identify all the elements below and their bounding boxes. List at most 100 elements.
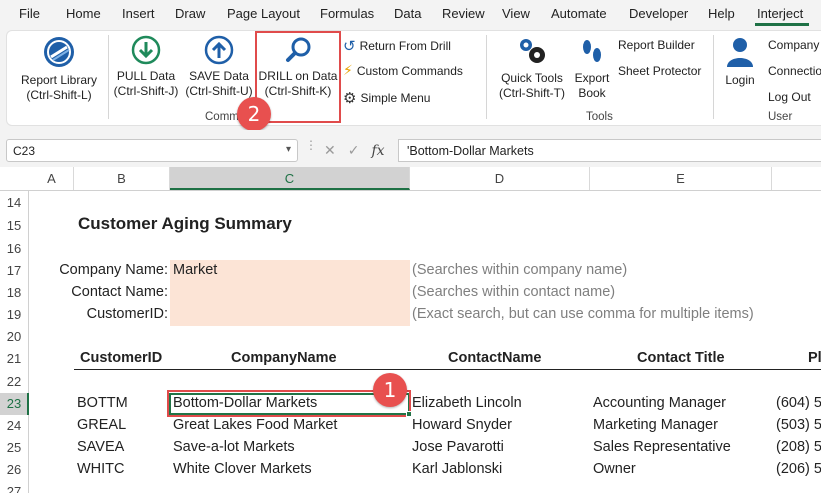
menu-bar: File Home Insert Draw Page Layout Formul… (0, 0, 821, 27)
row-header-19[interactable]: 19 (0, 304, 28, 326)
row-24-company-name[interactable]: Great Lakes Food Market (173, 417, 337, 433)
callout-1: 1 (373, 373, 407, 407)
login-button[interactable]: Login (720, 35, 760, 88)
row-headers: 14 15 16 17 18 19 20 21 22 23 24 25 26 2… (0, 191, 29, 493)
menu-developer[interactable]: Developer (629, 6, 688, 21)
report-library-button[interactable]: Report Library (Ctrl-Shift-L) (15, 35, 103, 103)
row-25-phone[interactable]: (208) 5 (776, 439, 821, 455)
row-header-15[interactable]: 15 (0, 215, 28, 237)
pull-data-button[interactable]: PULL Data (Ctrl-Shift-J) (111, 35, 181, 99)
quick-tools-button[interactable]: Quick Tools (Ctrl-Shift-T) (494, 35, 570, 101)
enter-icon[interactable]: ✓ (348, 143, 360, 159)
connection-label: Connectio (768, 64, 821, 78)
row-header-27[interactable]: 27 (0, 481, 28, 493)
row-header-25[interactable]: 25 (0, 437, 28, 459)
row-header-22[interactable]: 22 (0, 371, 28, 393)
menu-data[interactable]: Data (394, 6, 421, 21)
download-arrow-icon (131, 35, 161, 65)
custom-commands-label: Custom Commands (356, 64, 463, 78)
more-options-icon[interactable]: ⋮ (305, 139, 317, 151)
row-header-23[interactable]: 23 (0, 393, 29, 415)
column-header-d[interactable]: D (410, 167, 590, 190)
row-header-18[interactable]: 18 (0, 282, 28, 304)
row-23-phone[interactable]: (604) 5 (776, 395, 821, 411)
sheet-protector-label: Sheet Protector (618, 64, 702, 78)
fill-handle[interactable] (406, 411, 412, 417)
column-headers: A B C D E (0, 167, 821, 191)
row-26-contact-name[interactable]: Karl Jablonski (412, 461, 502, 477)
row-26-contact-title[interactable]: Owner (593, 461, 636, 477)
menu-help[interactable]: Help (708, 6, 735, 21)
row-26-customer-id[interactable]: WHITC (77, 461, 125, 477)
cancel-icon[interactable]: ✕ (324, 143, 336, 159)
row-header-20[interactable]: 20 (0, 326, 28, 348)
company-name-hint: (Searches within company name) (412, 262, 628, 278)
name-box[interactable]: C23 ▾ (6, 139, 298, 162)
customer-id-label: CustomerID: (86, 306, 168, 322)
row-26-company-name[interactable]: White Clover Markets (173, 461, 312, 477)
save-data-button[interactable]: SAVE Data (Ctrl-Shift-U) (183, 35, 255, 99)
row-24-customer-id[interactable]: GREAL (77, 417, 126, 433)
row-header-14[interactable]: 14 (0, 192, 28, 213)
row-24-contact-title[interactable]: Marketing Manager (593, 417, 718, 433)
row-23-contact-name[interactable]: Elizabeth Lincoln (412, 395, 522, 411)
menu-insert[interactable]: Insert (122, 6, 155, 21)
return-from-drill-label: Return From Drill (359, 39, 451, 53)
row-24-contact-name[interactable]: Howard Snyder (412, 417, 512, 433)
undo-arrow-icon: ↺ (343, 37, 356, 55)
column-header-e[interactable]: E (590, 167, 772, 190)
export-book-button[interactable]: Export Book (572, 35, 612, 101)
company-button[interactable]: Company (768, 38, 819, 52)
row-25-company-name[interactable]: Save-a-lot Markets (173, 439, 295, 455)
company-name-label: Company Name: (59, 262, 168, 278)
row-header-24[interactable]: 24 (0, 415, 28, 437)
row-24-phone[interactable]: (503) 5 (776, 417, 821, 433)
menu-review[interactable]: Review (442, 6, 485, 21)
return-from-drill-button[interactable]: ↺ Return From Drill (343, 37, 451, 55)
row-header-16[interactable]: 16 (0, 238, 28, 260)
column-header-f[interactable] (772, 167, 821, 190)
formula-controls: ✕ ✓ fx (320, 139, 396, 162)
insert-function-icon[interactable]: fx (371, 143, 384, 159)
row-header-17[interactable]: 17 (0, 260, 28, 282)
header-contact-title: Contact Title (637, 350, 725, 366)
company-label: Company (768, 38, 820, 52)
menu-interject[interactable]: Interject (757, 6, 803, 21)
row-23-contact-title[interactable]: Accounting Manager (593, 395, 726, 411)
column-header-a[interactable]: A (30, 167, 74, 190)
menu-view[interactable]: View (502, 6, 530, 21)
menu-formulas[interactable]: Formulas (320, 6, 374, 21)
simple-menu-label: Simple Menu (360, 91, 431, 105)
custom-commands-button[interactable]: ⚡ Custom Commands (343, 63, 463, 79)
simple-menu-button[interactable]: ⚙ Simple Menu (343, 89, 430, 107)
company-name-input[interactable]: Market (173, 262, 217, 278)
export-book-label-2: Book (578, 86, 606, 100)
row-26-phone[interactable]: (206) 5 (776, 461, 821, 477)
sheet-protector-button[interactable]: Sheet Protector (618, 64, 701, 78)
menu-page-layout[interactable]: Page Layout (227, 6, 300, 21)
customer-id-input-bg (170, 304, 410, 326)
row-header-21[interactable]: 21 (0, 348, 28, 370)
gears-icon (520, 39, 545, 63)
chevron-down-icon[interactable]: ▾ (286, 144, 291, 155)
menu-automate[interactable]: Automate (551, 6, 607, 21)
connection-button[interactable]: Connectio (768, 64, 821, 78)
row-25-customer-id[interactable]: SAVEA (77, 439, 124, 455)
gear-icon: ⚙ (343, 89, 357, 107)
row-25-contact-name[interactable]: Jose Pavarotti (412, 439, 504, 455)
menu-file[interactable]: File (19, 6, 40, 21)
column-header-b[interactable]: B (74, 167, 170, 190)
row-25-contact-title[interactable]: Sales Representative (593, 439, 731, 455)
menu-home[interactable]: Home (66, 6, 101, 21)
logout-button[interactable]: Log Out (768, 90, 811, 104)
row-23-customer-id[interactable]: BOTTM (77, 395, 128, 411)
report-builder-button[interactable]: Report Builder (618, 38, 695, 52)
menu-draw[interactable]: Draw (175, 6, 205, 21)
formula-input[interactable]: 'Bottom-Dollar Markets (398, 139, 821, 162)
ribbon-separator (713, 35, 714, 119)
row-header-26[interactable]: 26 (0, 459, 28, 481)
sheet-title[interactable]: Customer Aging Summary (78, 214, 292, 234)
ribbon-separator (108, 35, 109, 119)
column-header-c[interactable]: C (170, 167, 410, 190)
pull-data-shortcut: (Ctrl-Shift-J) (113, 84, 179, 98)
